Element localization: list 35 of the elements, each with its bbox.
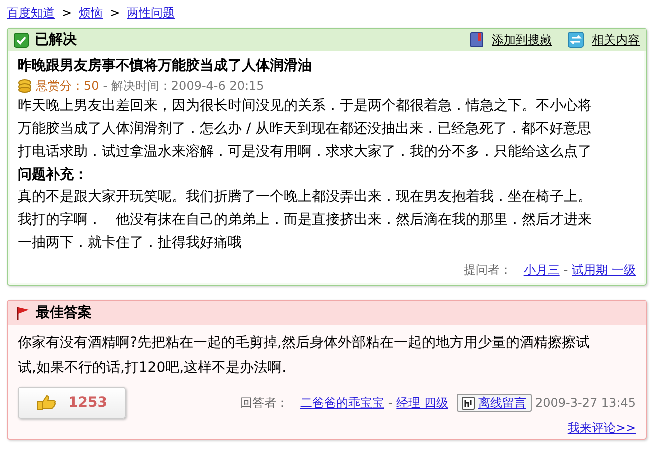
supplement-heading: 问题补充： bbox=[18, 166, 89, 185]
chat-icon bbox=[462, 396, 474, 410]
breadcrumb-link[interactable]: 百度知道 bbox=[7, 4, 55, 22]
breadcrumb-link[interactable]: 两性问题 bbox=[127, 4, 176, 22]
separator: - bbox=[388, 395, 393, 412]
breadcrumb-separator: > bbox=[110, 5, 120, 22]
status-title: 已解决 bbox=[35, 30, 77, 50]
comment-link[interactable]: 我来评论>> bbox=[568, 419, 636, 437]
vote-button[interactable]: 1253 bbox=[18, 387, 126, 419]
arrows-icon bbox=[568, 32, 584, 48]
question-body: 昨天晚上男友出差回来，因为很长时间没见的关系．于是两个都很着急．情急之下。不小心将万能胶当成了人体润滑剂了．怎么办 / 从昨天到现在都还没抽出来．已经急死了．都不好意思打电话求助．试过拿温水来溶解．可是没有用啊．求求大家了．我的分不多．只能给这么点了 bbox=[18, 97, 593, 162]
breadcrumb-link[interactable]: 烦恼 bbox=[79, 4, 104, 22]
answerer-label: 回答者： bbox=[240, 395, 288, 412]
answer-time: 2009-3-27 13:45 bbox=[536, 395, 636, 412]
solved-time: - 解决时间：2009-4-6 20:15 bbox=[103, 78, 264, 95]
rank-link[interactable]: 试用期 一级 bbox=[572, 261, 636, 279]
answer-heading: 最佳答案 bbox=[36, 304, 92, 322]
action-link[interactable]: 添加到搜藏 bbox=[470, 31, 552, 49]
breadcrumb-separator: > bbox=[62, 5, 72, 22]
answer-body: 你家有没有酒精啊?先把粘在一起的毛剪掉,然后身体外部粘在一起的地方用少量的酒精擦擦试试,如果不行的话,打120吧,这样不是办法啊. bbox=[18, 334, 591, 378]
reward-points: 悬赏分：50 bbox=[36, 78, 100, 95]
answerer-label: 提问者： bbox=[464, 262, 512, 279]
rank-link[interactable]: 经理 四级 bbox=[396, 394, 448, 412]
thumbs-up-icon bbox=[36, 395, 57, 411]
book-icon bbox=[470, 32, 484, 48]
separator: - bbox=[564, 262, 568, 279]
check-icon bbox=[14, 32, 29, 48]
supplement-text: 真的不是跟大家开玩笑呢。我们折腾了一个晚上都没弄出来．现在男友抱着我．坐在椅子上。我打的字啊． 他没有抹在自己的弟弟上．而是直接挤出来．然后滴在我的那里．然后才进来一抽两下．就卡住了．扯得我好痛哦 bbox=[18, 188, 593, 253]
action-link[interactable]: 相关内容 bbox=[568, 31, 640, 49]
flag-icon bbox=[16, 306, 30, 320]
offline-message-button[interactable]: 离线留言 bbox=[456, 394, 532, 412]
user-link[interactable]: 小月三 bbox=[524, 261, 560, 279]
question-title: 昨晚跟男友房事不慎将万能胶当成了人体润滑油 bbox=[18, 56, 313, 76]
coin-icon bbox=[18, 79, 32, 93]
user-link[interactable]: 二爸爸的乖宝宝 bbox=[300, 394, 384, 412]
